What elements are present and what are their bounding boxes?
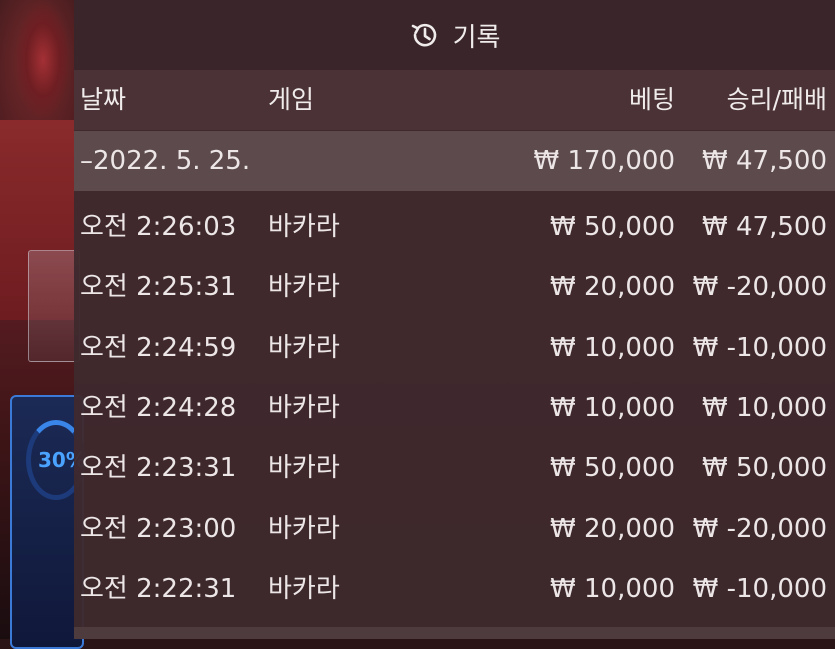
table-header: 날짜 게임 베팅 승리/패배 — [74, 70, 835, 130]
group-date: –2022. 5. 25. — [80, 146, 251, 176]
row-game: 바카라 — [268, 574, 340, 604]
header-date: 날짜 — [80, 85, 127, 114]
table-row[interactable]: 오전 2:23:00 바카라 ₩ 20,000 ₩ -20,000 — [74, 499, 835, 559]
table-row[interactable]: 오전 2:25:31 바카라 ₩ 20,000 ₩ -20,000 — [74, 257, 835, 317]
group-total-win-loss: ₩ 47,500 — [702, 146, 827, 176]
row-win-loss: ₩ 47,500 — [702, 212, 827, 242]
dealer-figure — [5, 0, 75, 130]
row-game: 바카라 — [268, 453, 340, 483]
header-win-loss: 승리/패배 — [726, 85, 827, 114]
row-bet: ₩ 50,000 — [550, 212, 675, 242]
table-row[interactable]: 오전 2:24:28 바카라 ₩ 10,000 ₩ 10,000 — [74, 378, 835, 438]
card-shoe — [28, 250, 80, 362]
table-row[interactable]: 오전 2:22:31 바카라 ₩ 10,000 ₩ -10,000 — [74, 559, 835, 619]
row-game: 바카라 — [268, 393, 340, 423]
row-game: 바카라 — [268, 212, 340, 242]
row-win-loss: ₩ -10,000 — [692, 574, 827, 604]
row-win-loss: ₩ -20,000 — [692, 514, 827, 544]
history-title-bar: 기록 — [74, 0, 835, 70]
date-group-row[interactable]: –2022. 5. 25. ₩ 170,000 ₩ 47,500 — [74, 131, 835, 191]
row-game: 바카라 — [268, 333, 340, 363]
row-time: 오전 2:23:00 — [80, 514, 237, 544]
header-bet: 베팅 — [628, 85, 675, 114]
row-win-loss: ₩ -10,000 — [692, 333, 827, 363]
next-group-row — [74, 627, 835, 639]
row-bet: ₩ 20,000 — [550, 272, 675, 302]
row-bet: ₩ 20,000 — [550, 514, 675, 544]
history-panel: 기록 날짜 게임 베팅 승리/패배 –2022. 5. 25. ₩ 170,00… — [74, 0, 835, 639]
table-row[interactable]: 오전 2:26:03 바카라 ₩ 50,000 ₩ 47,500 — [74, 197, 835, 257]
row-time: 오전 2:24:59 — [80, 333, 237, 363]
row-time: 오전 2:25:31 — [80, 272, 237, 302]
table-row[interactable]: 오전 2:23:31 바카라 ₩ 50,000 ₩ 50,000 — [74, 438, 835, 498]
row-bet: ₩ 10,000 — [550, 574, 675, 604]
row-win-loss: ₩ 50,000 — [702, 453, 827, 483]
row-bet: ₩ 10,000 — [550, 333, 675, 363]
row-time: 오전 2:24:28 — [80, 393, 237, 423]
row-time: 오전 2:22:31 — [80, 574, 237, 604]
row-game: 바카라 — [268, 272, 340, 302]
row-win-loss: ₩ -20,000 — [692, 272, 827, 302]
row-time: 오전 2:23:31 — [80, 453, 237, 483]
row-time: 오전 2:26:03 — [80, 212, 237, 242]
table-row[interactable]: 오전 2:24:59 바카라 ₩ 10,000 ₩ -10,000 — [74, 318, 835, 378]
row-bet: ₩ 50,000 — [550, 453, 675, 483]
history-icon — [411, 23, 436, 47]
group-total-bet: ₩ 170,000 — [533, 146, 676, 176]
row-win-loss: ₩ 10,000 — [702, 393, 827, 423]
header-game: 게임 — [268, 85, 315, 114]
row-bet: ₩ 10,000 — [550, 393, 675, 423]
row-game: 바카라 — [268, 514, 340, 544]
page-title: 기록 — [452, 22, 501, 53]
